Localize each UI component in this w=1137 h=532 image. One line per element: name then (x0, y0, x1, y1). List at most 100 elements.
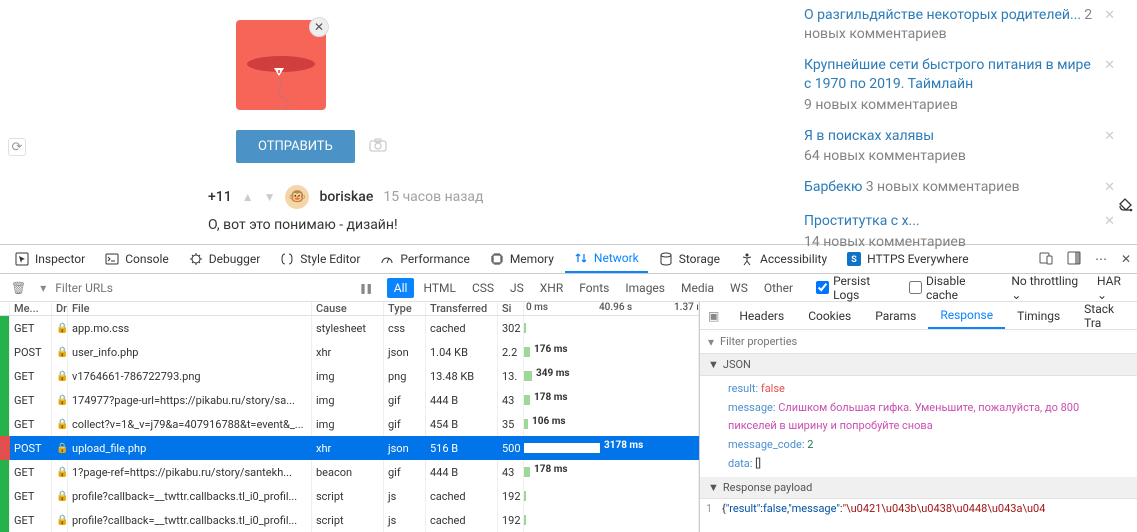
devtools-tab-style-editor[interactable]: Style Editor (271, 245, 369, 273)
lock-icon: 🔒 (56, 443, 68, 454)
lock-icon: 🔒 (56, 371, 68, 382)
sidebar-post-link[interactable]: Барбекю (804, 179, 862, 195)
lock-icon: 🔒 (56, 323, 68, 334)
filter-urls-input[interactable] (55, 281, 350, 295)
throttling-select[interactable]: No throttling ⌄ (1011, 274, 1085, 302)
sidebar-post[interactable]: Я в поисках халявы64 новых комментариев✕ (804, 127, 1113, 165)
devtools-tab-performance[interactable]: Performance (371, 245, 478, 273)
type-filter-images[interactable]: Images (618, 278, 672, 298)
dock-side-icon[interactable] (1067, 251, 1081, 268)
json-message-code: 2 (807, 438, 813, 451)
devtools-close-icon[interactable]: ✕ (1121, 252, 1131, 266)
type-filter-other[interactable]: Other (757, 278, 800, 298)
col-size[interactable]: Si (498, 302, 524, 315)
type-filter-ws[interactable]: WS (723, 278, 755, 298)
close-icon[interactable]: ✕ (1104, 58, 1115, 73)
more-menu-icon[interactable]: ⋯ (1095, 252, 1107, 266)
response-tab-params[interactable]: Params (863, 302, 928, 329)
pause-icon[interactable]: ❚❚ (354, 281, 376, 295)
har-menu[interactable]: HAR ⌄ (1097, 274, 1131, 302)
lock-icon: 🔒 (56, 515, 68, 526)
network-row[interactable]: GET 🔒 collect?v=1&_v=j79&a=407916788&t=e… (0, 412, 699, 436)
col-waterfall[interactable]: 0 ms 40.96 s 1.37 m (524, 302, 699, 315)
json-section-header[interactable]: ▼ JSON (700, 354, 1137, 376)
col-domain[interactable]: Dr (52, 302, 68, 315)
comment-username[interactable]: boriskae (319, 189, 373, 205)
col-file[interactable]: File (68, 302, 312, 315)
sidebar-post[interactable]: Крупнейшие сети быстрого питания в мире … (804, 56, 1113, 113)
network-row[interactable]: GET 🔒 profile?callback=__twttr.callbacks… (0, 508, 699, 532)
lock-icon: 🔒 (56, 347, 68, 358)
sidebar-post-link[interactable]: О разгильдяйстве некоторых родителей... (804, 7, 1081, 23)
type-filter-html[interactable]: HTML (416, 278, 463, 298)
devtools-tab-memory[interactable]: Memory (481, 245, 563, 273)
json-result: false (761, 382, 785, 395)
type-filter-xhr[interactable]: XHR (533, 278, 570, 298)
camera-icon[interactable] (369, 138, 387, 156)
sidebar-post[interactable]: Барбекю 3 новых комментариев✕ (804, 178, 1113, 198)
clear-icon[interactable]: 🗑 (6, 281, 31, 295)
upload-thumbnail: ✕ (236, 20, 326, 110)
sidebar-post-link[interactable]: Крупнейшие сети быстрого питания в мире … (804, 57, 1091, 93)
filter-properties-input[interactable] (720, 335, 1129, 348)
response-tab-headers[interactable]: Headers (727, 302, 796, 329)
upvote-icon[interactable]: ▲ (242, 190, 254, 204)
bucket-icon[interactable] (1117, 198, 1133, 218)
disable-cache-checkbox[interactable]: Disable cache (909, 274, 993, 302)
col-transferred[interactable]: Transferred (426, 302, 498, 315)
network-row[interactable]: GET 🔒 v1764661-786722793.png img png 13.… (0, 364, 699, 388)
close-icon[interactable]: ✕ (1104, 214, 1115, 229)
type-filter-css[interactable]: CSS (465, 278, 501, 298)
refresh-button[interactable]: ⟳ (8, 138, 26, 156)
downvote-icon[interactable]: ▼ (264, 190, 276, 204)
col-method[interactable]: Me... (10, 302, 52, 315)
remove-upload-button[interactable]: ✕ (309, 17, 329, 37)
comment-text: О, вот это понимаю - дизайн! (208, 217, 780, 233)
payload-section-header[interactable]: ▼ Response payload (700, 477, 1137, 499)
devtools-tab-inspector[interactable]: Inspector (6, 245, 94, 273)
comment-time: 15 часов назад (383, 189, 483, 205)
lock-icon: 🔒 (56, 395, 68, 406)
devtools-tab-storage[interactable]: Storage (650, 245, 729, 273)
type-filter-fonts[interactable]: Fonts (572, 278, 616, 298)
toggle-pane-icon[interactable]: ▣ (700, 309, 727, 323)
close-icon[interactable]: ✕ (1104, 180, 1115, 195)
network-row[interactable]: GET 🔒 1?page-ref=https://pikabu.ru/story… (0, 460, 699, 484)
network-row[interactable]: GET 🔒 profile?callback=__twttr.callbacks… (0, 484, 699, 508)
response-tab-cookies[interactable]: Cookies (796, 302, 863, 329)
col-type[interactable]: Type (384, 302, 426, 315)
close-icon[interactable]: ✕ (1104, 8, 1115, 23)
avatar[interactable]: 🐵 (285, 185, 309, 209)
responsive-mode-icon[interactable] (1039, 251, 1053, 268)
close-icon[interactable]: ✕ (1104, 129, 1115, 144)
devtools-tab-network[interactable]: Network (565, 245, 648, 273)
persist-log-checkbox[interactable]: Persist Logs (816, 274, 893, 302)
network-row[interactable]: GET 🔒 app.mo.css stylesheet css cached 3… (0, 316, 699, 340)
devtools-tab-debugger[interactable]: Debugger (180, 245, 270, 273)
svg-text:S: S (851, 255, 857, 265)
type-filter-js[interactable]: JS (503, 278, 531, 298)
sidebar-post[interactable]: О разгильдяйстве некоторых родителей... … (804, 6, 1113, 42)
response-raw: 1 {"result":false,"message":"\u0421\u043… (700, 499, 1137, 518)
sidebar-post-link[interactable]: Проститутка с х... (804, 213, 920, 229)
network-row[interactable]: POST 🔒 user_info.php xhr json 1.04 KB 2.… (0, 340, 699, 364)
lock-icon: 🔒 (56, 467, 68, 478)
json-data: [] (755, 457, 761, 470)
json-message: Слишком большая гифка. Уменьшите, пожалу… (728, 401, 1079, 433)
sidebar-post-link[interactable]: Я в поисках халявы (804, 128, 934, 144)
send-button[interactable]: ОТПРАВИТЬ (236, 130, 355, 163)
response-tab-stack-tra[interactable]: Stack Tra (1072, 302, 1137, 329)
type-filter-media[interactable]: Media (674, 278, 721, 298)
lock-icon: 🔒 (56, 491, 68, 502)
sidebar-post[interactable]: Проститутка с х...14 новых комментариев✕ (804, 212, 1113, 250)
col-cause[interactable]: Cause (312, 302, 384, 315)
devtools-tab-console[interactable]: Console (96, 245, 178, 273)
response-tab-response[interactable]: Response (928, 302, 1005, 329)
comment-score: +11 (208, 189, 232, 205)
type-filter-all[interactable]: All (387, 278, 415, 298)
response-tab-timings[interactable]: Timings (1005, 302, 1072, 329)
network-row[interactable]: POST 🔒 upload_file.php xhr json 516 B 50… (0, 436, 699, 460)
network-row[interactable]: GET 🔒 174977?page-url=https://pikabu.ru/… (0, 388, 699, 412)
filter-icon[interactable]: ▾ (35, 281, 51, 295)
filter-icon: ▾ (708, 335, 714, 349)
